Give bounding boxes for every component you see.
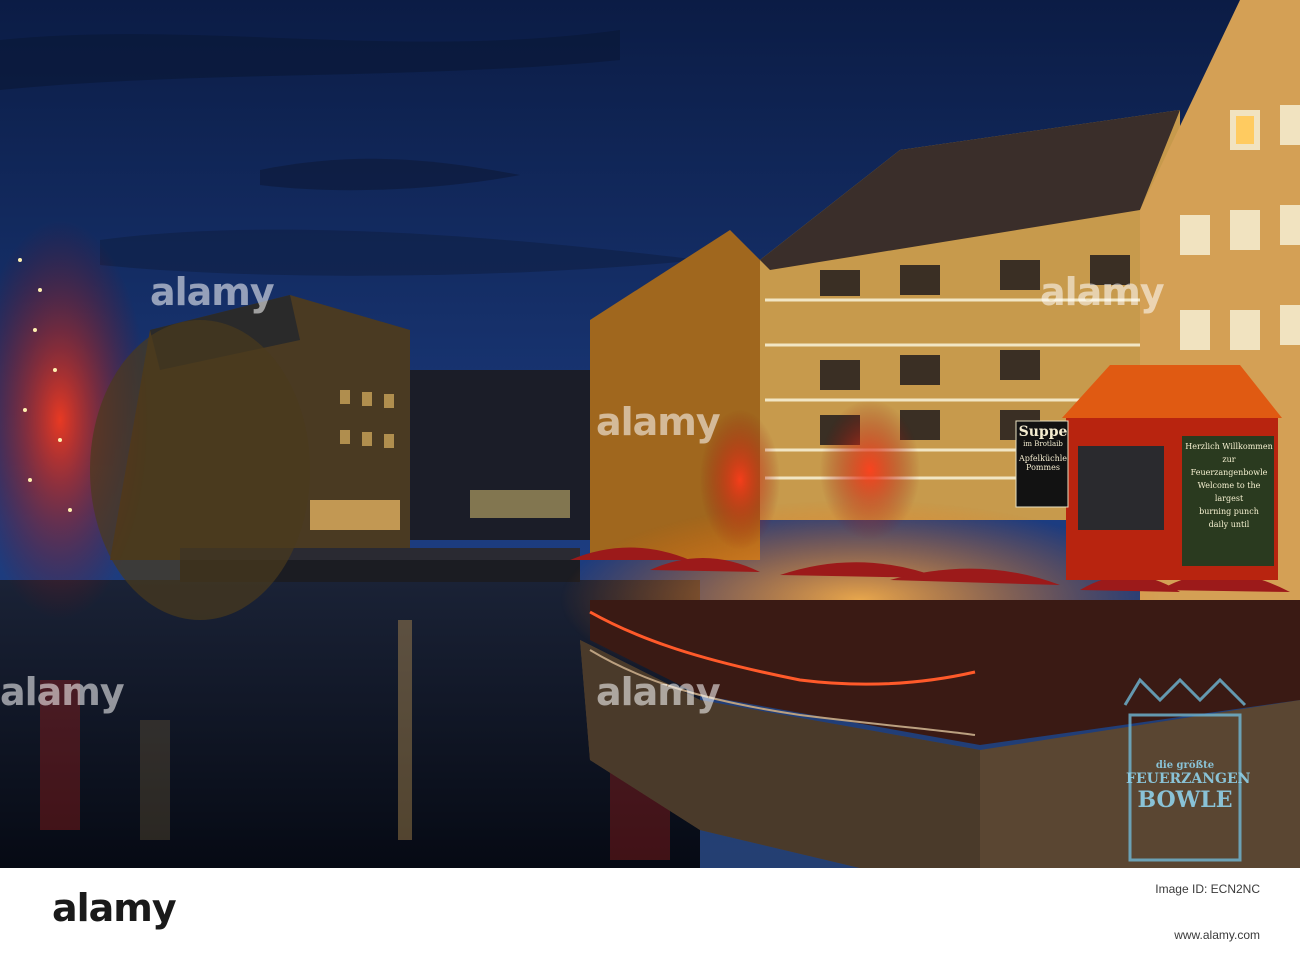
chalk-line: zur xyxy=(1222,455,1236,464)
projection-text: die größte FEUERZANGEN BOWLE xyxy=(1126,760,1251,813)
middle-windows xyxy=(470,490,570,518)
watermark: alamy xyxy=(1040,270,1165,314)
lit-window xyxy=(1236,116,1254,144)
suppe-line2: im Brotlaib xyxy=(1023,440,1063,448)
chalk-line: Feuerzangenbowle xyxy=(1190,468,1268,477)
photo: Suppe im Brotlaib Apfelküchle Pommes Her… xyxy=(0,0,1300,868)
chalk-line: burning punch xyxy=(1199,507,1259,516)
watermark: alamy xyxy=(596,670,721,714)
chalk-line: Herzlich Willkommen xyxy=(1185,442,1273,451)
footer: alamy Image ID: ECN2NC www.alamy.com xyxy=(0,868,1300,956)
watermark: alamy xyxy=(150,270,275,314)
booth-screen xyxy=(1078,446,1164,530)
lit-tree xyxy=(820,400,920,540)
watermark: alamy xyxy=(596,400,721,444)
projection-line: die größte xyxy=(1155,760,1215,771)
site-url: www.alamy.com xyxy=(1174,928,1260,942)
bare-tree xyxy=(90,320,310,620)
suppe-sign: Suppe im Brotlaib Apfelküchle Pommes xyxy=(1018,424,1068,472)
chalkboard-text: Herzlich Willkommen zur Feuerzangenbowle… xyxy=(1184,440,1274,531)
projection-line: FEUERZANGEN xyxy=(1126,771,1251,787)
apfel-line2: Pommes xyxy=(1026,463,1060,472)
suppe-line1: Suppe xyxy=(1018,424,1068,440)
apfel-line1: Apfelküchle xyxy=(1018,454,1068,463)
image-id: Image ID: ECN2NC xyxy=(1155,882,1260,896)
watermark: alamy xyxy=(0,670,125,714)
alamy-logo: alamy xyxy=(52,886,177,930)
chalk-line: Welcome to the largest xyxy=(1197,481,1261,503)
chalk-line: daily until xyxy=(1208,520,1250,529)
projection-line: BOWLE xyxy=(1137,787,1233,813)
